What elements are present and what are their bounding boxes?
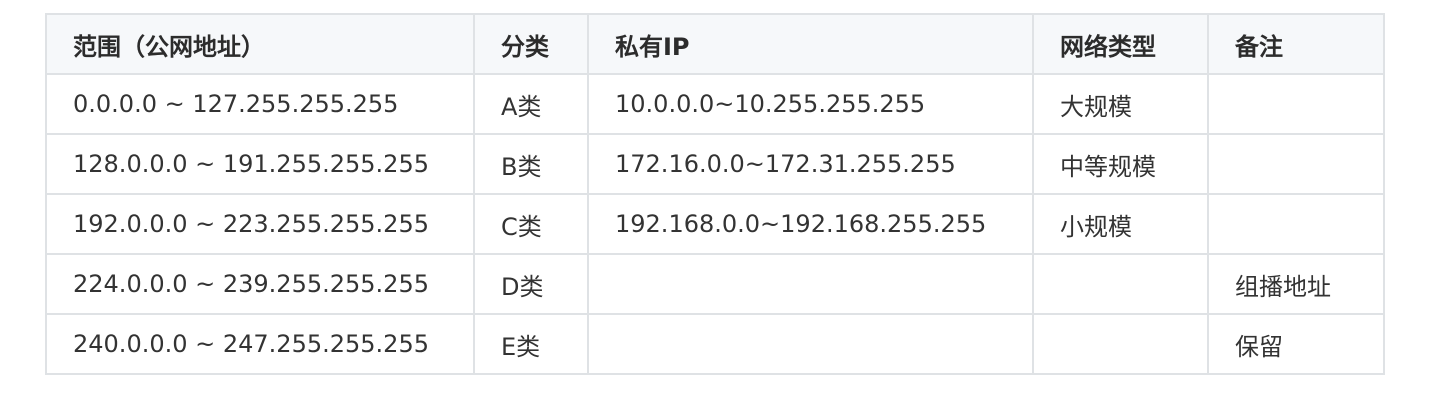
header-network-type: 网络类型 [1032,13,1209,75]
cell-remark [1207,133,1385,195]
cell-network-type: 小规模 [1032,193,1209,255]
ip-class-table-container: 范围（公网地址） 分类 私有IP 网络类型 备注 0.0.0.0 ~ 127.2… [45,13,1385,375]
table-row: 0.0.0.0 ~ 127.255.255.255 A类 10.0.0.0~10… [45,73,1385,135]
cell-remark: 保留 [1207,313,1385,375]
cell-class: B类 [473,133,589,195]
cell-remark [1207,193,1385,255]
ip-class-table: 范围（公网地址） 分类 私有IP 网络类型 备注 0.0.0.0 ~ 127.2… [45,13,1385,375]
cell-network-type [1032,313,1209,375]
table-row: 224.0.0.0 ~ 239.255.255.255 D类 组播地址 [45,253,1385,315]
cell-remark: 组播地址 [1207,253,1385,315]
cell-range: 128.0.0.0 ~ 191.255.255.255 [45,133,475,195]
cell-network-type: 大规模 [1032,73,1209,135]
cell-range: 0.0.0.0 ~ 127.255.255.255 [45,73,475,135]
table-row: 192.0.0.0 ~ 223.255.255.255 C类 192.168.0… [45,193,1385,255]
header-range: 范围（公网地址） [45,13,475,75]
cell-remark [1207,73,1385,135]
cell-private-ip: 10.0.0.0~10.255.255.255 [587,73,1034,135]
cell-private-ip: 172.16.0.0~172.31.255.255 [587,133,1034,195]
table-row: 240.0.0.0 ~ 247.255.255.255 E类 保留 [45,313,1385,375]
cell-network-type: 中等规模 [1032,133,1209,195]
table-row: 128.0.0.0 ~ 191.255.255.255 B类 172.16.0.… [45,133,1385,195]
table-header-row: 范围（公网地址） 分类 私有IP 网络类型 备注 [45,13,1385,75]
cell-class: C类 [473,193,589,255]
cell-private-ip: 192.168.0.0~192.168.255.255 [587,193,1034,255]
cell-network-type [1032,253,1209,315]
cell-range: 240.0.0.0 ~ 247.255.255.255 [45,313,475,375]
header-remark: 备注 [1207,13,1385,75]
cell-private-ip [587,253,1034,315]
cell-range: 224.0.0.0 ~ 239.255.255.255 [45,253,475,315]
header-class: 分类 [473,13,589,75]
cell-range: 192.0.0.0 ~ 223.255.255.255 [45,193,475,255]
cell-class: E类 [473,313,589,375]
cell-private-ip [587,313,1034,375]
header-private-ip: 私有IP [587,13,1034,75]
cell-class: A类 [473,73,589,135]
cell-class: D类 [473,253,589,315]
